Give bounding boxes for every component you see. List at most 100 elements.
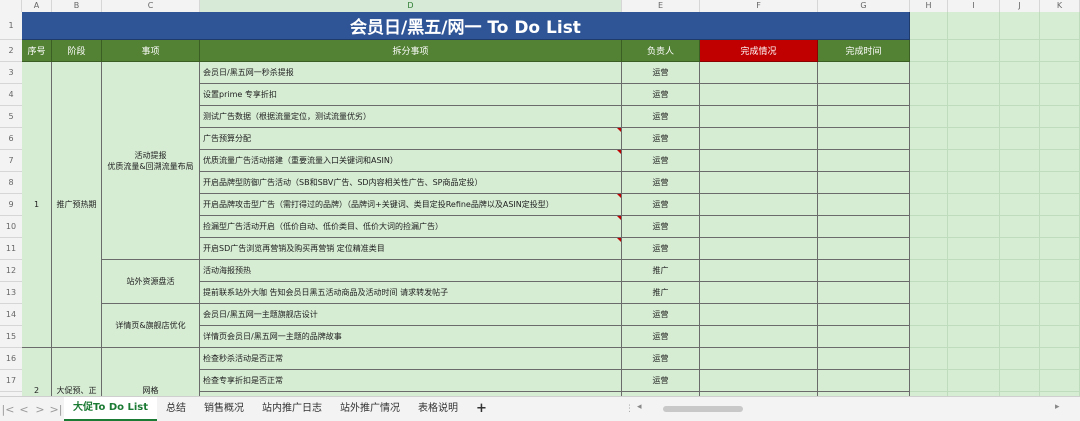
header-done_time[interactable]: 完成时间: [818, 40, 910, 62]
task-cell[interactable]: 会员日/黑五网一秒杀提报: [200, 62, 622, 84]
column-header-b[interactable]: B: [52, 0, 102, 12]
row-header-14[interactable]: 14: [0, 304, 22, 326]
task-cell[interactable]: 优质流量广告活动搭建（重要流量入口关键词和ASIN）: [200, 150, 622, 172]
group2-stage-cell[interactable]: 大促预、正: [52, 348, 102, 396]
status-cell[interactable]: [700, 62, 818, 84]
owner-cell[interactable]: 运营: [622, 172, 700, 194]
scrollbar-thumb[interactable]: [663, 406, 743, 412]
tab-sales-overview[interactable]: 销售概况: [195, 397, 253, 421]
done-time-cell[interactable]: [818, 260, 910, 282]
done-time-cell[interactable]: [818, 106, 910, 128]
done-time-cell[interactable]: [818, 370, 910, 392]
next-sheet-icon[interactable]: >: [32, 403, 48, 416]
status-cell[interactable]: [700, 150, 818, 172]
column-header-f[interactable]: F: [700, 0, 818, 12]
column-header-e[interactable]: E: [622, 0, 700, 12]
owner-cell[interactable]: 运营: [622, 194, 700, 216]
more-icon[interactable]: ⋮: [625, 404, 634, 414]
group1-item-offsite[interactable]: 站外资源盘活: [102, 260, 200, 304]
done-time-cell[interactable]: [818, 194, 910, 216]
group2-seq-cell[interactable]: 2: [22, 348, 52, 396]
task-cell[interactable]: 捡漏型广告活动开启（低价自动、低价类目、低价大词的捡漏广告）: [200, 216, 622, 238]
status-cell[interactable]: [700, 106, 818, 128]
header-subtask[interactable]: 拆分事项: [200, 40, 622, 62]
done-time-cell[interactable]: [818, 326, 910, 348]
spreadsheet-grid[interactable]: 会员日/黑五/网一 To Do List 序号 阶段 事项 拆分事项 负责人 完成情况 完成时…: [22, 12, 1080, 396]
done-time-cell[interactable]: [818, 172, 910, 194]
column-header-a[interactable]: A: [22, 0, 52, 12]
row-header-9[interactable]: 9: [0, 194, 22, 216]
row-header-17[interactable]: 17: [0, 370, 22, 392]
task-cell[interactable]: 检查专享折扣是否正常: [200, 370, 622, 392]
done-time-cell[interactable]: [818, 128, 910, 150]
owner-cell[interactable]: 推广: [622, 260, 700, 282]
task-cell[interactable]: 开启品牌型防御广告活动（SB和SBV广告、SD内容相关性广告、SP商品定投）: [200, 172, 622, 194]
status-cell[interactable]: [700, 128, 818, 150]
task-cell[interactable]: 广告预算分配: [200, 128, 622, 150]
row-header-1[interactable]: 1: [0, 12, 22, 40]
owner-cell[interactable]: 运营: [622, 348, 700, 370]
tab-onsite-log[interactable]: 站内推广日志: [253, 397, 331, 421]
group1-stage-cell[interactable]: 推广预热期: [52, 62, 102, 348]
row-header-16[interactable]: 16: [0, 348, 22, 370]
row-header-13[interactable]: 13: [0, 282, 22, 304]
column-header-d[interactable]: D: [200, 0, 622, 12]
first-sheet-icon[interactable]: |<: [0, 403, 16, 416]
status-cell[interactable]: [700, 326, 818, 348]
done-time-cell[interactable]: [818, 216, 910, 238]
status-cell[interactable]: [700, 260, 818, 282]
row-header-8[interactable]: 8: [0, 172, 22, 194]
task-cell[interactable]: 会员日/黑五网一主题旗舰店设计: [200, 304, 622, 326]
done-time-cell[interactable]: [818, 62, 910, 84]
tab-instructions[interactable]: 表格说明: [409, 397, 467, 421]
owner-cell[interactable]: 运营: [622, 150, 700, 172]
status-cell[interactable]: [700, 84, 818, 106]
task-cell[interactable]: 提前联系站外大咖 告知会员日黑五活动商品及活动时间 请求转发帖子: [200, 282, 622, 304]
tab-offsite-status[interactable]: 站外推广情况: [331, 397, 409, 421]
done-time-cell[interactable]: [818, 282, 910, 304]
task-cell[interactable]: 活动海报预热: [200, 260, 622, 282]
row-header-12[interactable]: 12: [0, 260, 22, 282]
owner-cell[interactable]: 运营: [622, 84, 700, 106]
status-cell[interactable]: [700, 304, 818, 326]
task-cell[interactable]: 检查秒杀活动是否正常: [200, 348, 622, 370]
status-cell[interactable]: [700, 216, 818, 238]
column-header-k[interactable]: K: [1040, 0, 1080, 12]
prev-sheet-icon[interactable]: <: [16, 403, 32, 416]
row-header-10[interactable]: 10: [0, 216, 22, 238]
owner-cell[interactable]: 运营: [622, 238, 700, 260]
owner-cell[interactable]: 推广: [622, 282, 700, 304]
column-header-c[interactable]: C: [102, 0, 200, 12]
header-seq[interactable]: 序号: [22, 40, 52, 62]
scroll-left-icon[interactable]: ◂: [637, 402, 642, 412]
select-all-corner[interactable]: [0, 0, 22, 12]
status-cell[interactable]: [700, 348, 818, 370]
owner-cell[interactable]: 运营: [622, 304, 700, 326]
done-time-cell[interactable]: [818, 238, 910, 260]
done-time-cell[interactable]: [818, 348, 910, 370]
row-header-15[interactable]: 15: [0, 326, 22, 348]
column-header-i[interactable]: I: [948, 0, 1000, 12]
row-header-3[interactable]: 3: [0, 62, 22, 84]
task-cell[interactable]: 测试广告数据（根据流量定位，测试流量优劣）: [200, 106, 622, 128]
last-sheet-icon[interactable]: >|: [48, 403, 64, 416]
status-cell[interactable]: [700, 194, 818, 216]
column-header-j[interactable]: J: [1000, 0, 1040, 12]
task-cell[interactable]: 详情页会员日/黑五网一主题的品牌故事: [200, 326, 622, 348]
row-header-5[interactable]: 5: [0, 106, 22, 128]
row-header-4[interactable]: 4: [0, 84, 22, 106]
add-sheet-button[interactable]: +: [467, 397, 496, 421]
status-cell[interactable]: [700, 238, 818, 260]
owner-cell[interactable]: 运营: [622, 326, 700, 348]
tab-todo-list[interactable]: 大促To Do List: [64, 397, 158, 421]
done-time-cell[interactable]: [818, 304, 910, 326]
owner-cell[interactable]: 运营: [622, 106, 700, 128]
row-header-2[interactable]: 2: [0, 40, 22, 62]
column-header-h[interactable]: H: [910, 0, 948, 12]
done-time-cell[interactable]: [818, 150, 910, 172]
group1-item-campaign[interactable]: 活动提报 优质流量&回溯流量布局: [102, 62, 200, 260]
owner-cell[interactable]: 运营: [622, 216, 700, 238]
status-cell[interactable]: [700, 172, 818, 194]
tab-summary[interactable]: 总结: [157, 397, 195, 421]
row-header-11[interactable]: 11: [0, 238, 22, 260]
